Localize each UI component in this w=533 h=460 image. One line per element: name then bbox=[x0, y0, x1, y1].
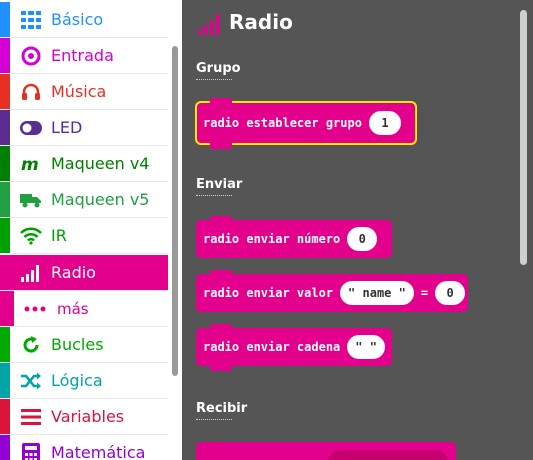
category-color-bar bbox=[0, 146, 10, 181]
category-led[interactable]: LED bbox=[0, 110, 168, 146]
number-input[interactable]: 0 bbox=[347, 227, 378, 251]
section-header-grupo: Grupo bbox=[196, 61, 241, 80]
category-color-bar bbox=[0, 182, 10, 217]
radio-send-number-block[interactable]: radio enviar número 0 bbox=[196, 216, 392, 258]
toolbox-scrollbar[interactable] bbox=[172, 46, 178, 376]
value-number-input[interactable]: 0 bbox=[435, 281, 466, 305]
category-color-bar bbox=[0, 435, 10, 460]
flyout-title: Radio bbox=[229, 10, 293, 34]
category-label: Matemática bbox=[51, 443, 146, 460]
radio-on-received-block[interactable] bbox=[196, 442, 456, 460]
category-color-bar bbox=[0, 327, 10, 362]
section-header-enviar: Enviar bbox=[196, 177, 243, 196]
block-top-tab bbox=[210, 216, 232, 222]
category-ir[interactable]: IR bbox=[0, 218, 168, 254]
toggle-icon bbox=[20, 118, 42, 138]
string-input[interactable]: " " bbox=[347, 335, 385, 359]
section-label: Grupo bbox=[196, 61, 241, 76]
block-bottom-notch bbox=[210, 365, 232, 371]
radio-send-string-block[interactable]: radio enviar cadena " " bbox=[196, 324, 392, 371]
headphones-icon bbox=[20, 82, 42, 102]
section-label: Recibir bbox=[196, 401, 248, 416]
category-basico[interactable]: Básico bbox=[0, 2, 168, 38]
category-radio-more[interactable]: más bbox=[0, 291, 168, 327]
category-label: Entrada bbox=[51, 46, 114, 65]
block-param-slot bbox=[328, 450, 448, 460]
maqueen-m-icon: m bbox=[20, 154, 42, 174]
category-color-bar bbox=[0, 74, 10, 109]
toolbox: Básico Entrada Música LED m Maqueen v4 M… bbox=[0, 0, 168, 460]
wifi-icon bbox=[20, 226, 42, 246]
truck-icon bbox=[20, 190, 42, 210]
category-label: LED bbox=[51, 118, 83, 137]
category-color-bar bbox=[0, 110, 10, 145]
signal-bars-icon bbox=[20, 263, 42, 283]
category-label: Variables bbox=[51, 407, 125, 426]
name-string-input[interactable]: " name " bbox=[340, 281, 414, 305]
block-top-tab bbox=[210, 324, 232, 330]
signal-bars-icon bbox=[197, 13, 221, 39]
block-text: radio enviar valor bbox=[203, 286, 334, 300]
block-top-tab bbox=[210, 98, 232, 104]
calculator-icon bbox=[20, 443, 42, 460]
category-label: Música bbox=[51, 82, 107, 101]
category-color-bar bbox=[0, 218, 10, 253]
section-label: Enviar bbox=[196, 177, 243, 192]
category-color-bar bbox=[0, 2, 10, 37]
block-top-tab bbox=[210, 270, 232, 276]
category-radio[interactable]: Radio bbox=[0, 255, 168, 291]
dots-icon bbox=[24, 299, 46, 319]
category-maqueen-v5[interactable]: Maqueen v5 bbox=[0, 182, 168, 218]
radio-set-group-block[interactable]: radio establecer grupo 1 bbox=[195, 98, 417, 149]
category-logica[interactable]: Lógica bbox=[0, 363, 168, 399]
section-underline bbox=[196, 195, 232, 197]
category-matematica[interactable]: Matemática bbox=[0, 435, 168, 460]
category-color-bar bbox=[0, 291, 14, 326]
category-label: Maqueen v4 bbox=[51, 154, 150, 173]
category-label: Maqueen v5 bbox=[51, 190, 150, 209]
section-underline bbox=[196, 79, 232, 81]
category-variables[interactable]: Variables bbox=[0, 399, 168, 435]
category-entrada[interactable]: Entrada bbox=[0, 38, 168, 74]
category-label: Básico bbox=[51, 10, 104, 29]
flyout-scrollbar[interactable] bbox=[520, 10, 527, 265]
section-header-recibir: Recibir bbox=[196, 401, 248, 420]
category-label: más bbox=[57, 300, 89, 318]
equals-sign: = bbox=[420, 286, 429, 300]
block-text: radio enviar número bbox=[203, 232, 341, 246]
category-color-bar bbox=[0, 363, 10, 398]
category-color-bar bbox=[0, 399, 10, 434]
category-bucles[interactable]: Bucles bbox=[0, 327, 168, 363]
category-label: IR bbox=[51, 226, 67, 245]
category-label: Lógica bbox=[51, 371, 103, 390]
loop-icon bbox=[20, 335, 42, 355]
block-bottom-notch bbox=[210, 143, 232, 149]
svg-text:m: m bbox=[21, 155, 39, 173]
category-label: Bucles bbox=[51, 335, 104, 354]
section-underline bbox=[196, 419, 232, 421]
block-text: radio establecer grupo bbox=[203, 116, 362, 130]
category-musica[interactable]: Música bbox=[0, 74, 168, 110]
target-icon bbox=[20, 46, 42, 66]
category-maqueen-v4[interactable]: m Maqueen v4 bbox=[0, 146, 168, 182]
category-label: Radio bbox=[51, 263, 96, 282]
category-color-bar bbox=[0, 38, 10, 73]
block-text: radio enviar cadena bbox=[203, 340, 341, 354]
list-icon bbox=[20, 407, 42, 427]
group-number-input[interactable]: 1 bbox=[368, 111, 401, 135]
radio-send-value-block[interactable]: radio enviar valor " name " = 0 bbox=[196, 270, 468, 312]
grid-icon bbox=[20, 10, 42, 30]
shuffle-icon bbox=[20, 371, 42, 391]
